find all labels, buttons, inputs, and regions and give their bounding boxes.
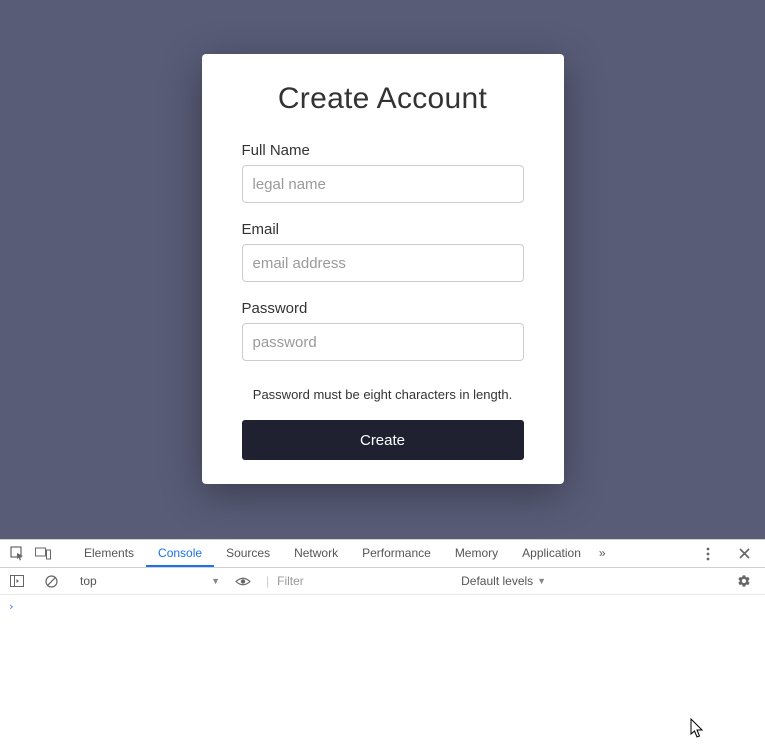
email-input[interactable] xyxy=(242,244,524,282)
inspect-icon[interactable] xyxy=(6,543,28,565)
log-levels-select[interactable]: Default levels ▼ xyxy=(455,571,552,591)
console-body[interactable]: › xyxy=(0,595,765,617)
context-select[interactable]: top ▼ xyxy=(74,571,224,591)
tab-sources[interactable]: Sources xyxy=(214,540,282,567)
chevron-down-icon: ▼ xyxy=(211,576,220,586)
live-expression-icon[interactable] xyxy=(232,570,254,592)
tab-performance[interactable]: Performance xyxy=(350,540,443,567)
signup-card: Create Account Full Name Email Password … xyxy=(202,54,564,484)
context-select-label: top xyxy=(80,574,97,588)
tab-application[interactable]: Application xyxy=(510,540,593,567)
close-icon[interactable] xyxy=(733,543,755,565)
log-levels-label: Default levels xyxy=(461,574,533,588)
chevron-down-icon: ▼ xyxy=(537,576,546,586)
tab-network[interactable]: Network xyxy=(282,540,350,567)
fullname-label: Full Name xyxy=(242,142,524,159)
devtools-panel: Elements Console Sources Network Perform… xyxy=(0,539,765,752)
tab-elements[interactable]: Elements xyxy=(72,540,146,567)
tab-more[interactable]: » xyxy=(593,540,612,567)
console-filter-input[interactable] xyxy=(277,571,447,591)
tab-memory[interactable]: Memory xyxy=(443,540,510,567)
password-label: Password xyxy=(242,300,524,317)
device-toggle-icon[interactable] xyxy=(32,543,54,565)
password-hint: Password must be eight characters in len… xyxy=(242,387,524,402)
page-background: Create Account Full Name Email Password … xyxy=(0,0,765,539)
console-toolbar: top ▼ | Default levels ▼ xyxy=(0,568,765,595)
clear-console-icon[interactable] xyxy=(40,570,62,592)
console-prompt: › xyxy=(8,600,15,613)
create-button[interactable]: Create xyxy=(242,420,524,460)
email-label: Email xyxy=(242,221,524,238)
console-settings-icon[interactable] xyxy=(733,570,755,592)
console-sidebar-toggle-icon[interactable] xyxy=(6,570,28,592)
card-title: Create Account xyxy=(242,82,524,116)
kebab-menu-icon[interactable] xyxy=(697,543,719,565)
password-input[interactable] xyxy=(242,323,524,361)
tab-console[interactable]: Console xyxy=(146,540,214,567)
devtools-tabbar: Elements Console Sources Network Perform… xyxy=(0,540,765,568)
fullname-input[interactable] xyxy=(242,165,524,203)
